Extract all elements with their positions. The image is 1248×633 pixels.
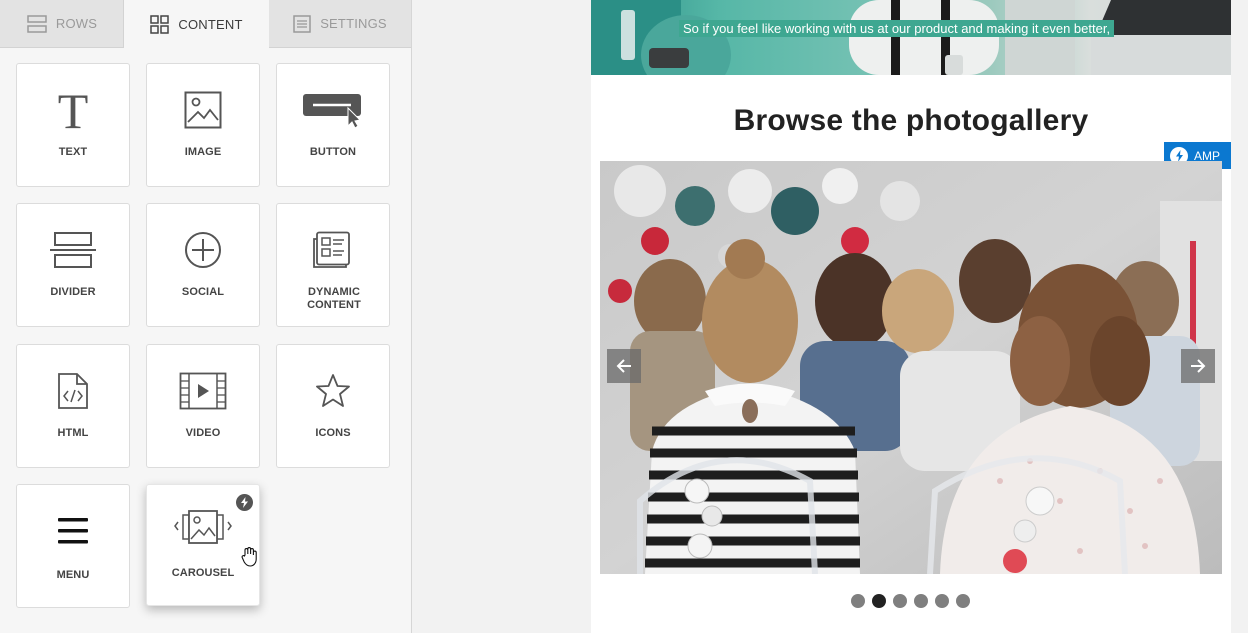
text-icon: T [17, 86, 129, 134]
block-carousel-label: CAROUSEL [171, 567, 235, 579]
block-dynamic-content[interactable]: DYNAMIC CONTENT [276, 203, 390, 327]
tab-settings-label: SETTINGS [320, 16, 387, 31]
grab-hand-cursor-icon [241, 547, 257, 567]
arrow-left-icon [616, 359, 631, 373]
settings-list-icon [293, 14, 311, 33]
block-video[interactable]: VIDEO [146, 344, 260, 468]
svg-text:T: T [58, 88, 89, 132]
block-html[interactable]: HTML [16, 344, 130, 468]
block-video-label: VIDEO [185, 427, 221, 439]
star-icon [277, 367, 389, 415]
rows-icon [27, 14, 47, 33]
tab-settings[interactable]: SETTINGS [269, 0, 411, 48]
grid-icon [150, 14, 170, 34]
dynamic-content-icon [277, 226, 389, 274]
content-sidebar: ROWS CONTENT SETTINGS T TEXT IMAGE BUTTO… [0, 0, 412, 633]
block-divider-label: DIVIDER [50, 286, 96, 298]
carousel-dot[interactable] [956, 594, 970, 608]
tab-content-label: CONTENT [178, 16, 243, 32]
arrow-right-icon [1191, 359, 1206, 373]
block-image-label: IMAGE [184, 146, 222, 158]
block-icons[interactable]: ICONS [276, 344, 390, 468]
carousel-dot[interactable] [935, 594, 949, 608]
divider-icon [17, 226, 129, 274]
hero-image[interactable]: So if you feel like working with us at o… [591, 0, 1231, 75]
hero-caption: So if you feel like working with us at o… [679, 20, 1115, 37]
block-html-label: HTML [57, 427, 89, 439]
block-social[interactable]: SOCIAL [146, 203, 260, 327]
carousel-icon [147, 503, 259, 551]
block-menu[interactable]: MENU [16, 484, 130, 608]
carousel-next-button[interactable] [1181, 349, 1215, 383]
block-button[interactable]: BUTTON [276, 63, 390, 187]
block-divider[interactable]: DIVIDER [16, 203, 130, 327]
carousel-dots [851, 594, 970, 608]
hamburger-menu-icon [17, 507, 129, 555]
block-social-label: SOCIAL [181, 286, 225, 298]
block-button-label: BUTTON [309, 146, 357, 158]
block-carousel[interactable]: CAROUSEL [146, 484, 260, 606]
tab-rows-label: ROWS [55, 16, 98, 31]
block-menu-label: MENU [56, 569, 90, 581]
block-dynamic-content-label: DYNAMIC CONTENT [307, 286, 361, 311]
sidebar-tabs: ROWS CONTENT SETTINGS [0, 0, 411, 48]
tab-rows[interactable]: ROWS [0, 0, 124, 48]
block-text[interactable]: T TEXT [16, 63, 130, 187]
tab-content[interactable]: CONTENT [123, 0, 270, 48]
hero-decoration [591, 0, 1231, 75]
carousel-prev-button[interactable] [607, 349, 641, 383]
carousel-dot[interactable] [872, 594, 886, 608]
carousel-dot[interactable] [893, 594, 907, 608]
social-plus-icon [147, 226, 259, 274]
html-file-icon [17, 367, 129, 415]
block-image[interactable]: IMAGE [146, 63, 260, 187]
block-text-label: TEXT [58, 146, 88, 158]
video-film-icon [147, 367, 259, 415]
image-icon [147, 86, 259, 134]
block-icons-label: ICONS [315, 427, 351, 439]
button-icon [277, 86, 389, 134]
carousel-photo[interactable] [600, 161, 1222, 574]
carousel-dot[interactable] [914, 594, 928, 608]
gallery-title: Browse the photogallery [733, 104, 1089, 137]
carousel-dot[interactable] [851, 594, 865, 608]
carousel-photo-illustration [600, 161, 1222, 574]
